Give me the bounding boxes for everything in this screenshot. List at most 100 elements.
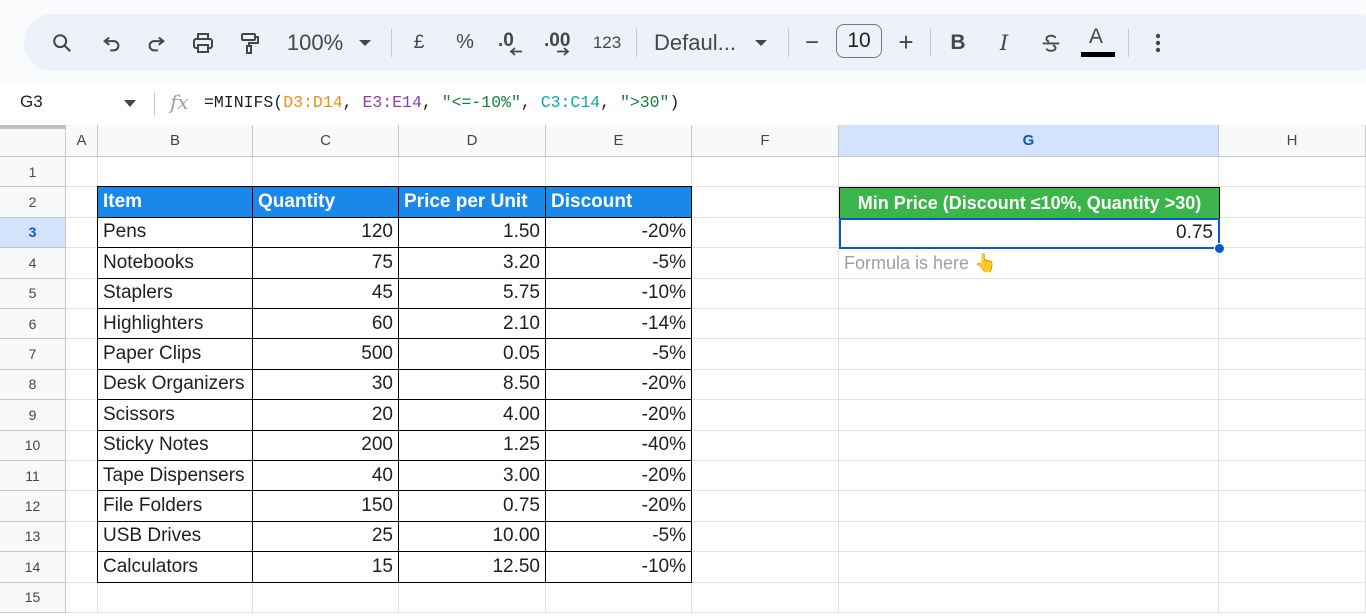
table-cell[interactable]: -20%: [546, 491, 692, 522]
table-cell[interactable]: Calculators: [98, 552, 253, 583]
format-percent-button[interactable]: %: [452, 14, 478, 71]
table-cell[interactable]: 15: [253, 552, 399, 583]
column-header-c[interactable]: C: [253, 125, 399, 157]
table-cell[interactable]: Staplers: [98, 278, 253, 309]
increase-decimal-button[interactable]: .00: [542, 14, 576, 71]
row-header-6[interactable]: 6: [0, 309, 66, 340]
table-cell[interactable]: 8.50: [399, 369, 546, 401]
table-cell[interactable]: 10.00: [399, 521, 546, 553]
row-header-13[interactable]: 13: [0, 521, 66, 553]
table-cell[interactable]: File Folders: [98, 491, 253, 522]
more-formats-button[interactable]: 123: [590, 14, 624, 71]
table-cell[interactable]: -20%: [546, 369, 692, 401]
table-cell[interactable]: Paper Clips: [98, 339, 253, 370]
print-icon[interactable]: [188, 14, 218, 71]
row-header-3[interactable]: 3: [0, 217, 66, 249]
table-cell[interactable]: 1.50: [399, 217, 546, 249]
italic-button[interactable]: I: [992, 14, 1016, 71]
select-all-corner[interactable]: [0, 125, 66, 157]
table-cell[interactable]: 500: [253, 339, 399, 370]
table-cell[interactable]: 12.50: [399, 552, 546, 583]
table-cell[interactable]: 3.00: [399, 461, 546, 492]
table-cell[interactable]: 40: [253, 461, 399, 492]
column-header-e[interactable]: E: [546, 125, 692, 157]
table-cell[interactable]: 120: [253, 217, 399, 249]
table-cell[interactable]: -5%: [546, 339, 692, 370]
table-cell[interactable]: 200: [253, 430, 399, 461]
table-cell[interactable]: Highlighters: [98, 309, 253, 340]
table-cell[interactable]: 45: [253, 278, 399, 309]
formula-input[interactable]: =MINIFS(D3:D14, E3:E14, "<=-10%", C3:C14…: [204, 93, 679, 112]
row-header-15[interactable]: 15: [0, 582, 66, 613]
table-cell[interactable]: 20: [253, 400, 399, 431]
table-cell[interactable]: Notebooks: [98, 248, 253, 279]
increase-font-size-button[interactable]: +: [894, 14, 918, 71]
table-header-cell[interactable]: Quantity: [253, 187, 399, 218]
row-header-1[interactable]: 1: [0, 157, 66, 188]
column-header-a[interactable]: A: [66, 125, 98, 157]
table-cell[interactable]: 60: [253, 309, 399, 340]
row-header-2[interactable]: 2: [0, 187, 66, 218]
table-cell[interactable]: -20%: [546, 217, 692, 249]
font-size-input[interactable]: 10: [836, 24, 882, 58]
table-cell[interactable]: 4.00: [399, 400, 546, 431]
freeze-handle[interactable]: [0, 125, 66, 129]
table-cell[interactable]: -20%: [546, 461, 692, 492]
row-header-5[interactable]: 5: [0, 278, 66, 309]
name-box-dropdown-icon[interactable]: [124, 100, 136, 107]
table-cell[interactable]: 1.25: [399, 430, 546, 461]
table-cell[interactable]: 150: [253, 491, 399, 522]
text-color-button[interactable]: A: [1080, 14, 1116, 71]
font-family-select[interactable]: Defaul...: [654, 14, 738, 71]
format-currency-button[interactable]: £: [408, 14, 430, 71]
decrease-decimal-button[interactable]: .0: [496, 14, 526, 71]
row-header-14[interactable]: 14: [0, 552, 66, 583]
name-box[interactable]: G3: [20, 92, 43, 112]
zoom-dropdown-icon[interactable]: [354, 14, 376, 71]
font-dropdown-icon[interactable]: [750, 14, 772, 71]
row-header-10[interactable]: 10: [0, 430, 66, 461]
table-cell[interactable]: Sticky Notes: [98, 430, 253, 461]
column-header-f[interactable]: F: [692, 125, 839, 157]
redo-icon[interactable]: [142, 14, 170, 71]
undo-icon[interactable]: [98, 14, 126, 71]
table-cell[interactable]: 3.20: [399, 248, 546, 279]
table-cell[interactable]: 5.75: [399, 278, 546, 309]
table-cell[interactable]: Scissors: [98, 400, 253, 431]
formula-note[interactable]: Formula is here 👆: [839, 248, 1219, 278]
table-cell[interactable]: 2.10: [399, 309, 546, 340]
paint-format-icon[interactable]: [234, 14, 264, 71]
table-cell[interactable]: Desk Organizers: [98, 369, 253, 401]
strikethrough-icon[interactable]: [1037, 14, 1065, 71]
column-header-h[interactable]: H: [1219, 125, 1366, 157]
row-header-4[interactable]: 4: [0, 248, 66, 279]
row-header-7[interactable]: 7: [0, 339, 66, 370]
table-cell[interactable]: 75: [253, 248, 399, 279]
table-header-cell[interactable]: Discount: [546, 187, 692, 218]
table-cell[interactable]: -10%: [546, 278, 692, 309]
table-cell[interactable]: 0.05: [399, 339, 546, 370]
row-header-11[interactable]: 11: [0, 461, 66, 492]
table-cell[interactable]: Tape Dispensers: [98, 461, 253, 492]
table-cell[interactable]: 0.75: [399, 491, 546, 522]
table-cell[interactable]: -10%: [546, 552, 692, 583]
row-header-9[interactable]: 9: [0, 400, 66, 431]
row-header-8[interactable]: 8: [0, 369, 66, 401]
column-header-b[interactable]: B: [98, 125, 253, 157]
search-menus-icon[interactable]: [48, 14, 76, 71]
table-cell[interactable]: -20%: [546, 400, 692, 431]
table-header-cell[interactable]: Item: [98, 187, 253, 218]
more-vert-icon[interactable]: [1146, 14, 1170, 71]
table-cell[interactable]: 30: [253, 369, 399, 401]
table-cell[interactable]: -5%: [546, 248, 692, 279]
table-cell[interactable]: -5%: [546, 521, 692, 553]
table-cell[interactable]: -14%: [546, 309, 692, 340]
table-header-cell[interactable]: Price per Unit: [399, 187, 546, 218]
column-header-d[interactable]: D: [399, 125, 546, 157]
table-cell[interactable]: Pens: [98, 217, 253, 249]
table-cell[interactable]: USB Drives: [98, 521, 253, 553]
selected-cell-g3[interactable]: 0.75: [839, 217, 1220, 250]
bold-button[interactable]: B: [946, 14, 970, 71]
column-header-g[interactable]: G: [839, 125, 1219, 157]
zoom-select[interactable]: 100%: [282, 14, 348, 71]
